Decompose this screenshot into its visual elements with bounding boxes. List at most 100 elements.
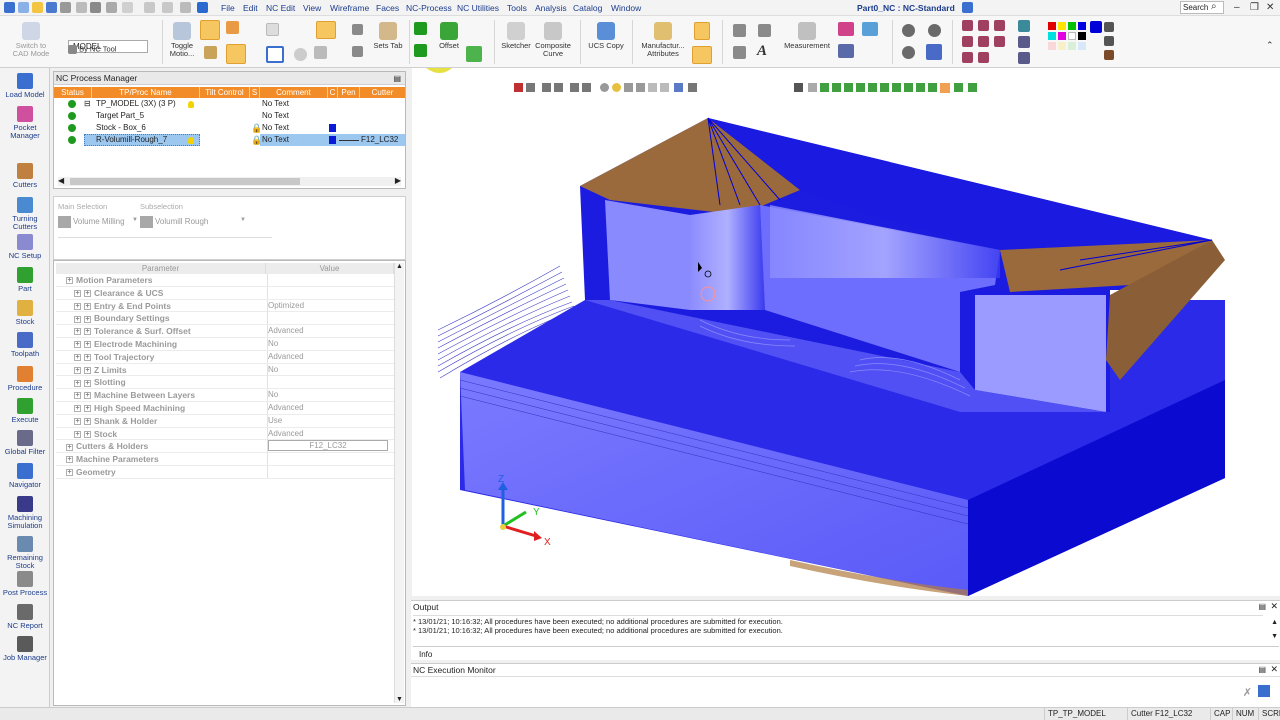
grid-icon[interactable]	[106, 2, 117, 13]
left-tool-pocket-manager[interactable]: Pocket Manager	[0, 106, 50, 140]
line-style-icon[interactable]	[1104, 22, 1114, 32]
param-row[interactable]: + Geometry	[56, 466, 394, 479]
lock-icon[interactable]: 🔒	[251, 122, 262, 134]
minimize-icon[interactable]: –	[1234, 2, 1240, 13]
current-color-icon[interactable]	[1090, 21, 1102, 33]
part-model-render[interactable]: Z X Y	[412, 68, 1280, 596]
pin-icon[interactable]: ▤	[393, 72, 401, 85]
menu-analysis[interactable]: Analysis	[535, 3, 567, 13]
filter-active-icon[interactable]	[940, 83, 950, 93]
menu-nc-process[interactable]: NC-Process	[406, 3, 452, 13]
print-icon[interactable]	[60, 2, 71, 13]
undo-icon[interactable]	[144, 2, 155, 13]
param-row[interactable]: + + Shank & Holder Use	[56, 414, 394, 428]
color-swatch-red[interactable]	[1048, 22, 1056, 30]
close-icon[interactable]: ✕	[1270, 601, 1278, 612]
view-forward-nav-icon[interactable]	[660, 83, 669, 92]
left-tool-navigator[interactable]: Navigator	[0, 463, 50, 489]
left-tool-execute[interactable]: Execute	[0, 398, 50, 424]
color-swatch-magenta[interactable]	[1058, 32, 1066, 40]
filter-green-4-icon[interactable]	[856, 83, 865, 92]
color-swatch-white[interactable]	[1068, 32, 1076, 40]
angle-icon[interactable]	[758, 24, 771, 37]
zoom-in-icon[interactable]	[902, 24, 915, 37]
search-input[interactable]: Search	[1180, 1, 1224, 14]
menu-catalog[interactable]: Catalog	[573, 3, 602, 13]
panel-icon[interactable]	[266, 23, 279, 36]
left-tool-turning-cutters[interactable]: Turning Cutters	[0, 197, 50, 231]
pen-color-swatch[interactable]	[329, 136, 336, 144]
graphics-viewport[interactable]: Z X Y	[412, 68, 1280, 596]
filter-green-7-icon[interactable]	[892, 83, 901, 92]
filter-green-5-icon[interactable]	[868, 83, 877, 92]
save-icon[interactable]	[46, 2, 57, 13]
filter-arrow-icon[interactable]	[968, 83, 977, 92]
view-top-icon[interactable]	[978, 20, 989, 31]
measurement-button[interactable]: Measurement	[782, 22, 832, 50]
machine-icon[interactable]	[204, 46, 217, 59]
value-header[interactable]: Value	[266, 263, 394, 274]
layout-icon[interactable]	[197, 2, 208, 13]
left-tool-post-process[interactable]: Post Process	[0, 571, 50, 597]
filter-green-icon[interactable]	[820, 83, 829, 92]
left-tool-toolpath[interactable]: Toolpath	[0, 332, 50, 358]
search-icon[interactable]: ⌕	[1211, 1, 1217, 12]
pan-icon[interactable]	[926, 44, 942, 60]
info-icon[interactable]	[294, 48, 307, 61]
expand-icon[interactable]: +	[84, 341, 91, 349]
col-tilt[interactable]: Tilt Control	[200, 87, 250, 98]
pin-icon[interactable]: ▤	[1258, 602, 1266, 611]
color-swatch-blue[interactable]	[1078, 22, 1086, 30]
left-tool-job-manager[interactable]: Job Manager	[0, 636, 50, 662]
param-row[interactable]: + + Tolerance & Surf. Offset Advanced	[56, 325, 394, 338]
shading-icon[interactable]	[862, 22, 878, 36]
expand-icon[interactable]: +	[74, 328, 81, 336]
highlight-cutter-icon[interactable]	[200, 20, 220, 40]
by-nc-tool-button[interactable]: By NC Tool	[68, 45, 128, 54]
color-swatch-green[interactable]	[1068, 22, 1076, 30]
holder-icon[interactable]	[226, 44, 246, 64]
param-row[interactable]: + + Stock Advanced	[56, 427, 394, 441]
scroll-right-icon[interactable]: ▶	[395, 176, 401, 185]
left-tool-procedure[interactable]: Procedure	[0, 366, 50, 392]
expand-icon[interactable]: +	[84, 405, 91, 413]
param-row[interactable]: + + Clearance & UCS	[56, 286, 394, 300]
cutter-icon[interactable]	[226, 21, 239, 34]
composite-curve-button[interactable]: Composite Curve	[533, 22, 573, 58]
param-row[interactable]: + + High Speed Machining Advanced	[56, 402, 394, 415]
sets-sort-icon[interactable]	[352, 46, 363, 57]
expand-icon[interactable]: +	[84, 328, 91, 336]
process-row[interactable]: Stock - Box_6 🔒 No Text	[54, 122, 405, 134]
expand-icon[interactable]: +	[74, 354, 81, 362]
left-tool-global-filter[interactable]: Global Filter	[0, 430, 50, 456]
filter-green-2-icon[interactable]	[832, 83, 841, 92]
display-layers-icon[interactable]	[1018, 36, 1030, 48]
left-tool-nc-setup[interactable]: NC Setup	[0, 234, 50, 260]
display-sets-icon[interactable]	[1018, 52, 1030, 64]
window-layout-icon[interactable]	[962, 2, 973, 13]
param-row[interactable]: + Machine Parameters	[56, 453, 394, 466]
zoom-fit-icon[interactable]	[928, 24, 941, 37]
attribute-holder-icon[interactable]	[692, 46, 712, 64]
menu-file[interactable]: File	[221, 3, 235, 13]
color-swatch-yellow[interactable]	[1058, 22, 1066, 30]
menu-view[interactable]: View	[303, 3, 321, 13]
view-back-icon[interactable]	[962, 36, 973, 47]
expand-icon[interactable]: +	[84, 302, 91, 310]
param-value[interactable]: Advanced	[268, 428, 304, 440]
horizontal-scrollbar[interactable]: ◀ ▶	[58, 176, 401, 186]
param-row[interactable]: + + Slotting	[56, 376, 394, 390]
view-front-icon[interactable]	[962, 20, 973, 31]
collapse-icon[interactable]: ⊟	[84, 98, 91, 110]
clipboard-icon[interactable]	[122, 2, 133, 13]
menu-window[interactable]: Window	[611, 3, 641, 13]
filter-green-10-icon[interactable]	[928, 83, 937, 92]
pin-icon[interactable]: ▤	[1258, 665, 1266, 674]
expand-icon[interactable]: +	[66, 456, 73, 464]
sketcher-button[interactable]: Sketcher	[499, 22, 533, 50]
view-dimetric-icon[interactable]	[962, 52, 973, 63]
hide-icon[interactable]	[624, 83, 633, 92]
expand-icon[interactable]: +	[74, 315, 81, 323]
pen-color-swatch[interactable]	[329, 124, 336, 132]
cancel-selection-icon[interactable]	[514, 83, 523, 92]
